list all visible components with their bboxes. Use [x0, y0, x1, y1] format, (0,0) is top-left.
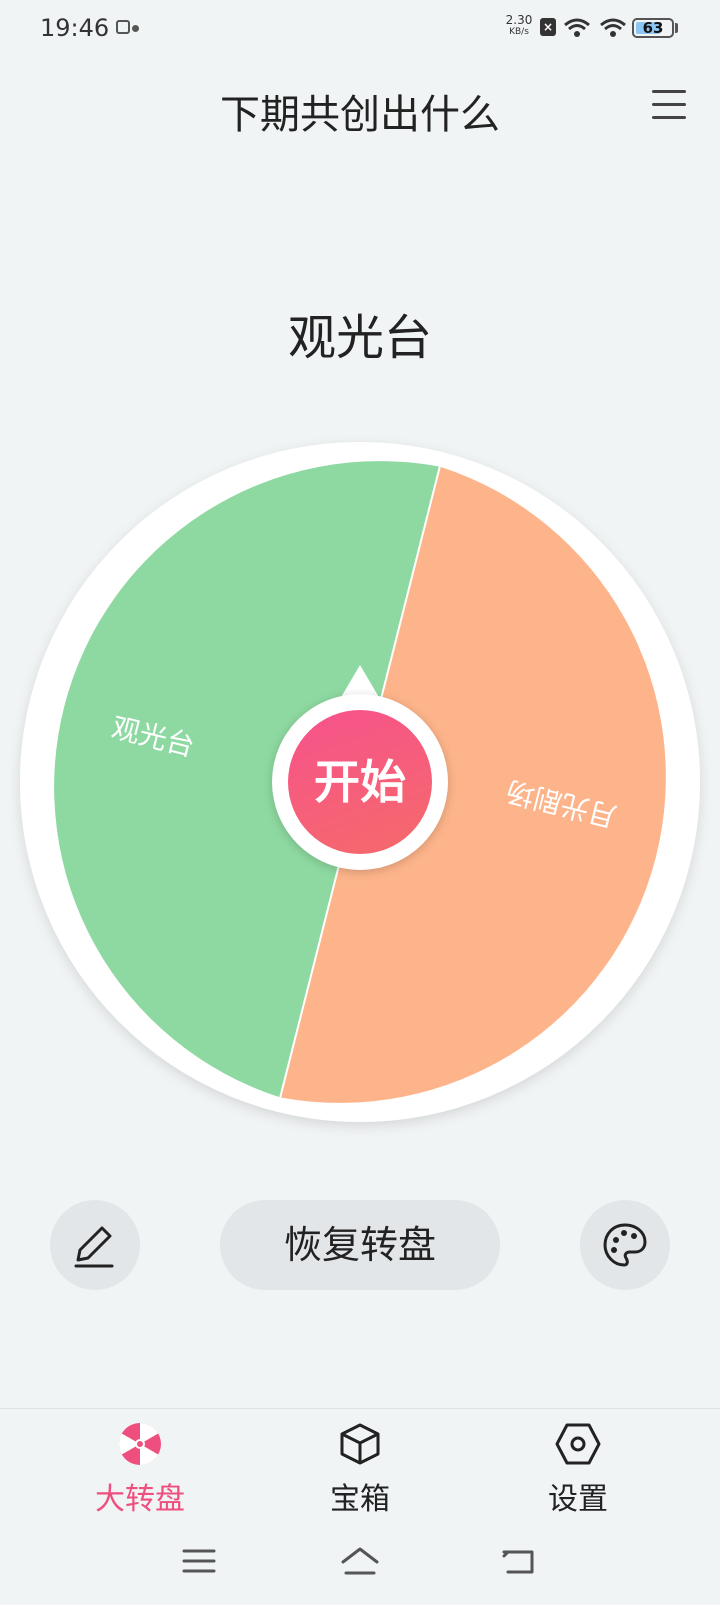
nav-tab-wheel[interactable]: 大转盘: [40, 1420, 240, 1518]
nav-tab-treasure-box[interactable]: 宝箱: [260, 1420, 460, 1518]
notification-icon: [116, 20, 130, 34]
system-back-icon[interactable]: [502, 1546, 538, 1576]
cube-icon: [340, 1423, 380, 1465]
battery-icon: 63: [632, 18, 674, 38]
battery-tip: [675, 23, 678, 33]
menu-icon[interactable]: [652, 90, 686, 122]
bottom-nav-divider: [0, 1408, 720, 1409]
nav-tab-wheel-label: 大转盘: [95, 1482, 185, 1517]
network-speed: 2.30 KB/s: [504, 14, 534, 38]
status-time: 19:46: [40, 14, 110, 42]
pencil-icon: [74, 1226, 114, 1268]
nav-tab-settings-label: 设置: [548, 1482, 608, 1517]
network-speed-value: 2.30: [505, 13, 533, 27]
no-sim-icon: ×: [540, 18, 556, 36]
start-button[interactable]: 开始: [288, 710, 432, 854]
wifi-plus-icon: [564, 18, 590, 37]
system-menu-icon[interactable]: [182, 1546, 216, 1576]
reset-wheel-button[interactable]: 恢复转盘: [220, 1200, 500, 1290]
nav-tab-settings[interactable]: 设置: [478, 1420, 678, 1518]
theme-button[interactable]: [580, 1200, 670, 1290]
network-speed-unit: KB/s: [509, 27, 529, 37]
system-home-icon[interactable]: [340, 1546, 380, 1576]
page-title: 下期共创出什么: [220, 92, 500, 138]
wifi-icon: [600, 18, 626, 37]
battery-level: 63: [642, 19, 664, 37]
wheel-icon: [118, 1423, 161, 1465]
result-label: 观光台: [287, 310, 432, 366]
nav-tab-treasure-box-label: 宝箱: [330, 1482, 390, 1517]
palette-icon: [603, 1223, 647, 1267]
notification-dot-icon: [132, 25, 139, 32]
edit-button[interactable]: [50, 1200, 140, 1290]
hexagon-settings-icon: [555, 1423, 601, 1465]
